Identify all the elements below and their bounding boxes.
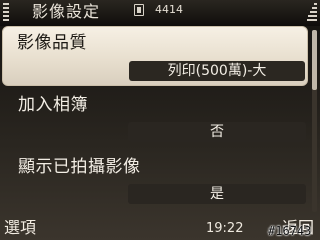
battery-icon [307, 3, 317, 23]
setting-label: 加入相簿 [18, 95, 88, 115]
softkey-bar: 選項 19:22 返回 #16743 [0, 216, 320, 240]
setting-value[interactable]: 否 [128, 122, 306, 142]
network-text: 4414 [155, 3, 183, 16]
setting-value[interactable]: 列印(500萬)-大 [129, 61, 305, 81]
options-softkey[interactable]: 選項 [4, 218, 36, 238]
status-bar: 影像設定 4414 [0, 0, 320, 26]
data-connection-icon [134, 4, 144, 16]
clock: 19:22 [206, 221, 244, 236]
setting-image-quality[interactable]: 影像品質 列印(500萬)-大 [2, 26, 308, 86]
watermark: #16743 [268, 224, 312, 238]
settings-list: 影像品質 列印(500萬)-大 加入相簿 否 顯示已拍攝影像 是 [0, 26, 310, 214]
signal-strength-icon [3, 3, 9, 23]
setting-show-captured-image[interactable]: 顯示已拍攝影像 是 [2, 150, 308, 210]
page-title: 影像設定 [32, 2, 101, 21]
scrollbar-thumb[interactable] [312, 30, 317, 90]
scrollbar[interactable] [312, 30, 317, 212]
setting-label: 顯示已拍攝影像 [18, 157, 141, 177]
setting-value[interactable]: 是 [128, 184, 306, 204]
setting-label: 影像品質 [17, 33, 87, 53]
setting-add-to-album[interactable]: 加入相簿 否 [2, 88, 308, 148]
